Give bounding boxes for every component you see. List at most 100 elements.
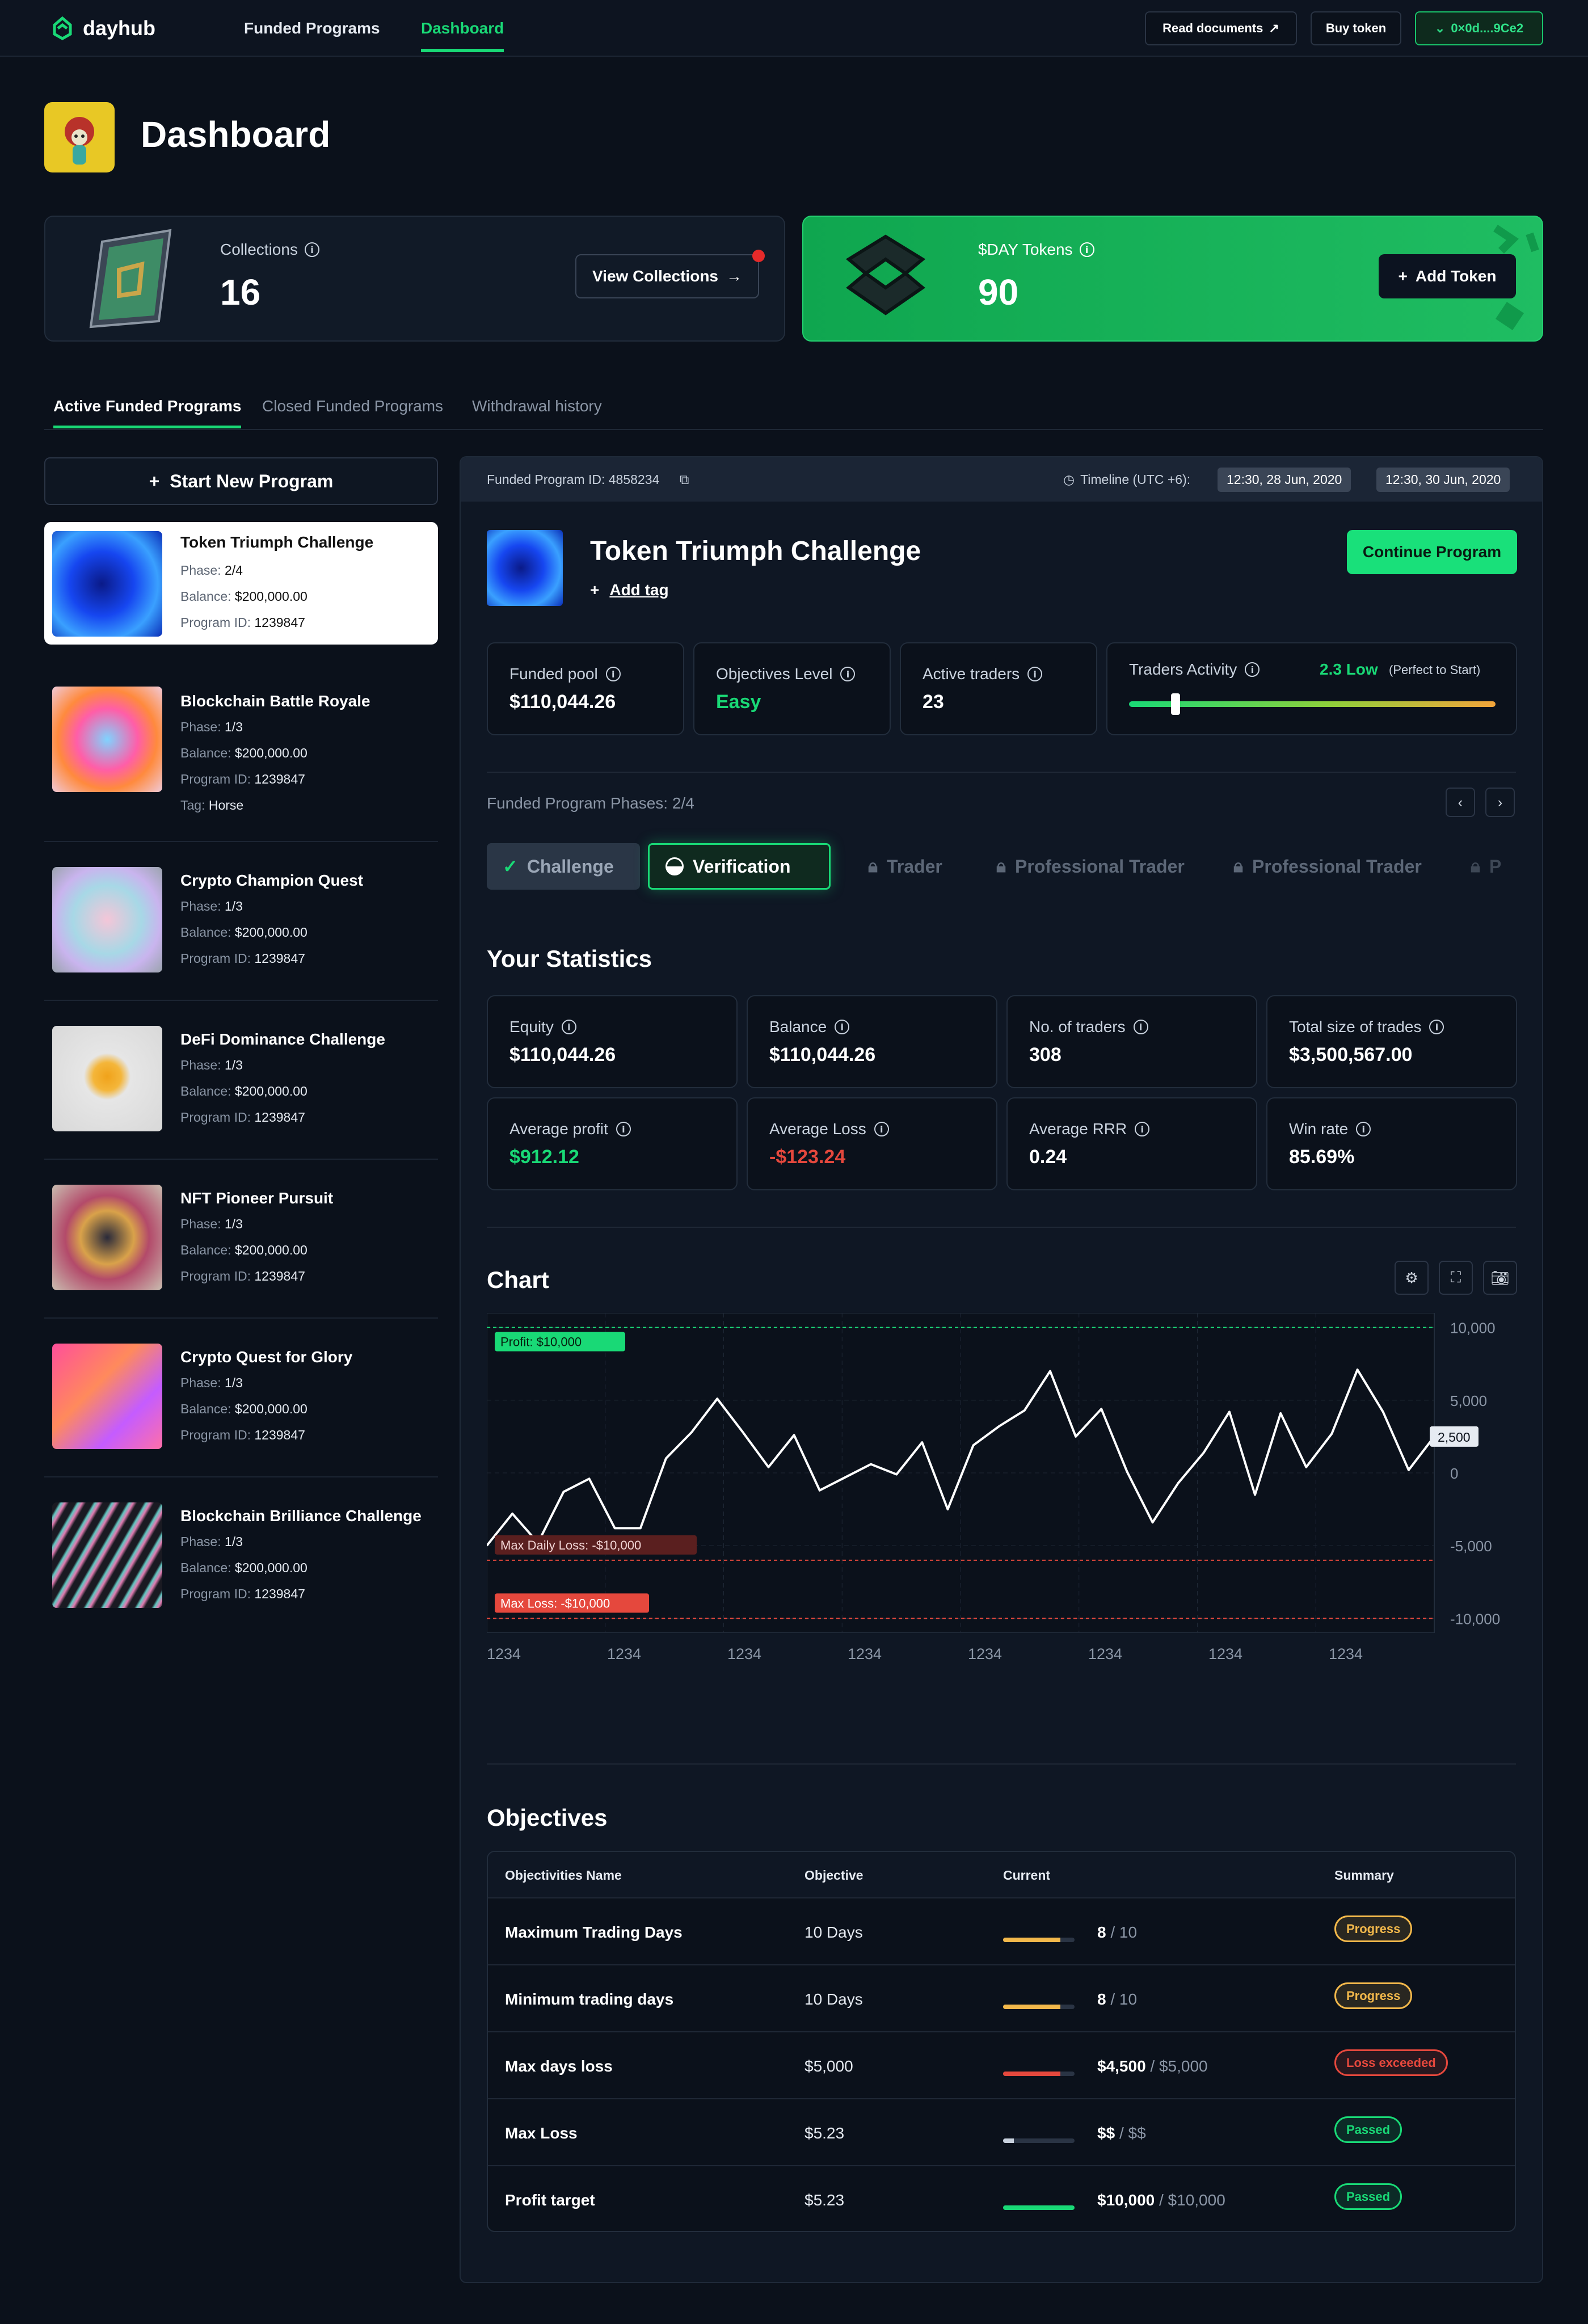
tab-active-funded-programs[interactable]: Active Funded Programs: [53, 397, 242, 428]
stat-value: $110,044.26: [769, 1044, 876, 1066]
program-balance: Balance: $200,000.00: [180, 589, 308, 604]
status-badge: Progress: [1334, 1915, 1413, 1942]
day-tokens-count: 90: [978, 272, 1019, 313]
stat-label: No. of traders: [1029, 1018, 1126, 1035]
buy-token-button[interactable]: Buy token: [1311, 11, 1401, 45]
traders-activity-label: Traders Activity: [1129, 660, 1237, 678]
read-documents-button[interactable]: Read documents ↗: [1145, 11, 1297, 45]
objective-name: Maximum Trading Days: [505, 1923, 683, 1941]
y-tick-label: 10,000: [1450, 1320, 1496, 1337]
timeline-label: ◷ Timeline (UTC +6):: [1063, 471, 1191, 487]
info-icon[interactable]: i: [835, 1020, 850, 1034]
slider-handle[interactable]: [1171, 693, 1180, 715]
program-name: Blockchain Battle Royale: [180, 692, 370, 710]
program-phase: Phase: 1/3: [180, 1216, 243, 1231]
collections-label: Collections i: [220, 241, 319, 259]
stat-card: Average RRR i 0.24: [1006, 1097, 1257, 1190]
program-balance: Balance: $200,000.00: [180, 1560, 308, 1575]
info-icon[interactable]: i: [561, 1020, 576, 1034]
equity-chart[interactable]: Profit: $10,000 Max Daily Loss: -$10,000 M…: [487, 1313, 1516, 1633]
program-name: Token Triumph Challenge: [180, 533, 374, 551]
program-item-crypto-quest[interactable]: Crypto Quest for Glory Phase: 1/3 Balanc…: [44, 1319, 438, 1477]
stat-label: Average profit: [509, 1120, 608, 1138]
info-icon[interactable]: i: [1027, 667, 1043, 681]
program-item-blockchain-brilliance[interactable]: Blockchain Brilliance Challenge Phase: 1…: [44, 1477, 438, 1636]
statistics-title: Your Statistics: [487, 945, 652, 972]
chart-settings-button[interactable]: ⚙: [1395, 1261, 1429, 1295]
lock-icon: 🔒︎: [868, 856, 878, 876]
info-icon[interactable]: i: [1133, 1020, 1148, 1034]
program-item-blockchain-battle[interactable]: Blockchain Battle Royale Phase: 1/3 Bala…: [44, 672, 438, 842]
nav-funded-programs[interactable]: Funded Programs: [244, 19, 380, 37]
tab-withdrawal-history[interactable]: Withdrawal history: [472, 397, 602, 415]
info-icon[interactable]: i: [840, 667, 856, 681]
program-item-crypto-champion[interactable]: Crypto Champion Quest Phase: 1/3 Balance…: [44, 842, 438, 1001]
phase-trader[interactable]: 🔒︎ Trader: [852, 843, 958, 890]
phase-verification[interactable]: Verification: [648, 843, 831, 890]
info-icon[interactable]: i: [1356, 1122, 1371, 1136]
user-avatar[interactable]: [44, 102, 115, 172]
phase-professional-trader[interactable]: 🔒︎ Professional Trader: [980, 843, 1201, 890]
read-documents-label: Read documents: [1162, 21, 1263, 35]
stat-label: Balance: [769, 1018, 827, 1035]
stat-card: Equity i $110,044.26: [487, 995, 738, 1088]
info-icon[interactable]: i: [874, 1122, 889, 1136]
objectives-title: Objectives: [487, 1804, 608, 1831]
start-new-program-button[interactable]: + Start New Program: [44, 457, 438, 505]
add-token-label: Add Token: [1415, 267, 1497, 285]
program-thumbnail: [52, 1185, 162, 1290]
info-icon[interactable]: i: [1429, 1020, 1444, 1034]
phase-professional-trader-2[interactable]: 🔒︎ Professional Trader: [1218, 843, 1438, 890]
x-tick-label: 1234: [1208, 1645, 1243, 1662]
add-token-button[interactable]: + Add Token: [1379, 254, 1516, 298]
program-phase: Phase: 2/4: [180, 563, 243, 578]
program-name: Crypto Quest for Glory: [180, 1348, 353, 1366]
stat-value: $912.12: [509, 1146, 579, 1168]
program-item-token-triumph[interactable]: Token Triumph Challenge Phase: 2/4 Balan…: [44, 522, 438, 645]
objective-target: $5.23: [804, 2191, 845, 2209]
phases-prev-button[interactable]: ‹: [1446, 788, 1475, 817]
view-collections-button[interactable]: View Collections →: [575, 254, 759, 298]
brand-logo[interactable]: dayhub: [50, 16, 155, 41]
objective-current: $$ / $$: [1097, 2124, 1146, 2142]
phase-challenge[interactable]: ✓ Challenge: [487, 843, 640, 890]
program-thumbnail: [52, 1502, 162, 1608]
info-icon[interactable]: i: [304, 242, 319, 257]
copy-icon[interactable]: ⧉: [680, 472, 689, 487]
stat-card: Average Loss i -$123.24: [747, 1097, 997, 1190]
add-tag-label: Add tag: [609, 581, 669, 599]
objective-name: Max days loss: [505, 2057, 613, 2075]
x-tick-label: 1234: [848, 1645, 882, 1662]
tab-closed-funded-programs[interactable]: Closed Funded Programs: [262, 397, 443, 415]
program-item-nft-pioneer[interactable]: NFT Pioneer Pursuit Phase: 1/3 Balance: …: [44, 1160, 438, 1319]
info-icon[interactable]: i: [1245, 662, 1260, 677]
check-circle-icon: ✓: [503, 856, 518, 877]
info-icon[interactable]: i: [605, 667, 621, 681]
traders-activity-slider[interactable]: [1129, 701, 1496, 707]
nav-dashboard[interactable]: Dashboard: [421, 19, 504, 52]
phases-next-button[interactable]: ›: [1485, 788, 1515, 817]
view-collections-label: View Collections: [592, 267, 718, 285]
program-name: Crypto Champion Quest: [180, 872, 364, 889]
chart-screenshot-button[interactable]: 📷︎: [1483, 1261, 1517, 1295]
phase-more[interactable]: 🔒︎ P: [1455, 843, 1516, 890]
timeline-start: 12:30, 28 Jun, 2020: [1218, 467, 1351, 492]
program-id: Program ID: 1239847: [180, 615, 305, 630]
objective-progress-bar: [1003, 1995, 1075, 2013]
objectives-level-label: Objectives Level: [716, 665, 833, 683]
objective-target: $5,000: [804, 2057, 853, 2075]
program-balance: Balance: $200,000.00: [180, 925, 308, 940]
chart-fullscreen-button[interactable]: ⛶: [1439, 1261, 1473, 1295]
stat-card: Win rate i 85.69%: [1266, 1097, 1517, 1190]
add-tag-button[interactable]: + Add tag: [590, 581, 669, 599]
info-icon[interactable]: i: [616, 1122, 631, 1136]
info-icon[interactable]: i: [1135, 1122, 1150, 1136]
program-phase: Phase: 1/3: [180, 1534, 243, 1549]
info-icon[interactable]: i: [1079, 242, 1094, 257]
program-item-defi-dominance[interactable]: DeFi Dominance Challenge Phase: 1/3 Bala…: [44, 1001, 438, 1160]
x-tick-label: 1234: [607, 1645, 642, 1662]
program-thumbnail: [52, 867, 162, 972]
wallet-button[interactable]: ⌄ 0×0d....9Ce2: [1415, 11, 1543, 45]
continue-program-button[interactable]: Continue Program: [1347, 530, 1517, 574]
traders-activity-value: 2.3 Low: [1320, 660, 1378, 678]
